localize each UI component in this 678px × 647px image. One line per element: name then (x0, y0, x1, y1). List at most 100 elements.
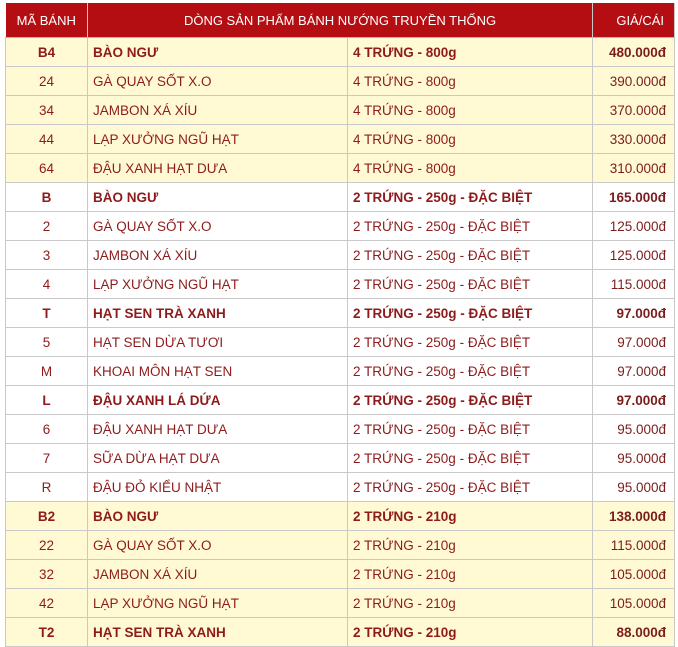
table-row: 4 LẠP XƯỞNG NGŨ HẠT 2 TRỨNG - 250g - ĐẶC B… (5, 269, 676, 299)
product-spec: 2 TRỨNG - 250g - ĐẶC BIỆT (346, 269, 594, 299)
product-spec: 2 TRỨNG - 250g - ĐẶC BIỆT (346, 211, 594, 241)
product-price: 105.000đ (592, 559, 676, 589)
product-name: LẠP XƯỞNG NGŨ HẠT (87, 124, 348, 154)
header-code: MÃ BÁNH (5, 3, 88, 38)
product-price: 95.000đ (592, 472, 676, 502)
product-code: 4 (5, 269, 88, 299)
product-price: 95.000đ (592, 443, 676, 473)
product-price: 390.000đ (592, 66, 676, 96)
product-code: 5 (5, 327, 88, 357)
table-row: 5 HẠT SEN DỪA TƯƠI 2 TRỨNG - 250g - ĐẶC BI… (5, 327, 676, 357)
product-name: JAMBON XÁ XÍU (87, 559, 348, 589)
table-row: 24 GÀ QUAY SỐT X.O 4 TRỨNG - 800g 390.000đ (5, 66, 676, 96)
product-name: HẠT SEN TRÀ XANH (87, 617, 348, 647)
product-code: 44 (5, 124, 88, 154)
price-table: MÃ BÁNH DÒNG SẢN PHẨM BÁNH NƯỚNG TRUYỀN … (5, 3, 676, 647)
product-price: 95.000đ (592, 414, 676, 444)
table-row: 3 JAMBON XÁ XÍU 2 TRỨNG - 250g - ĐẶC BIỆT 1… (5, 240, 676, 270)
product-code: 42 (5, 588, 88, 618)
product-price: 97.000đ (592, 298, 676, 328)
product-spec: 2 TRỨNG - 250g - ĐẶC BIỆT (346, 240, 594, 270)
product-code: 7 (5, 443, 88, 473)
table-row: T HẠT SEN TRÀ XANH 2 TRỨNG - 250g - ĐẶC BI… (5, 298, 676, 328)
product-code: 3 (5, 240, 88, 270)
table-row: 32 JAMBON XÁ XÍU 2 TRỨNG - 210g 105.000đ (5, 559, 676, 589)
product-price: 330.000đ (592, 124, 676, 154)
table-row: 64 ĐẬU XANH HẠT DƯA 4 TRỨNG - 800g 310.000đ (5, 153, 676, 183)
product-price: 115.000đ (592, 269, 676, 299)
product-name: ĐẬU ĐỎ KIỂU NHẬT (87, 472, 348, 502)
product-price: 97.000đ (592, 327, 676, 357)
product-name: KHOAI MÔN HẠT SEN (87, 356, 348, 386)
table-row: 42 LẠP XƯỞNG NGŨ HẠT 2 TRỨNG - 210g 105.000… (5, 588, 676, 618)
product-spec: 2 TRỨNG - 250g - ĐẶC BIỆT (346, 356, 594, 386)
product-price: 125.000đ (592, 211, 676, 241)
table-row: L ĐẬU XANH LÁ DỨA 2 TRỨNG - 250g - ĐẶC BIỆ… (5, 385, 676, 415)
product-code: B (5, 182, 88, 212)
table-row: B2 BÀO NGƯ 2 TRỨNG - 210g 138.000đ (5, 501, 676, 531)
product-name: ĐẬU XANH LÁ DỨA (87, 385, 348, 415)
product-spec: 2 TRỨNG - 250g - ĐẶC BIỆT (346, 327, 594, 357)
product-spec: 2 TRỨNG - 250g - ĐẶC BIỆT (346, 385, 594, 415)
table-row: B4 BÀO NGƯ 4 TRỨNG - 800g 480.000đ (5, 37, 676, 67)
product-spec: 2 TRỨNG - 210g (346, 501, 594, 531)
table-row: B BÀO NGƯ 2 TRỨNG - 250g - ĐẶC BIỆT 165.000… (5, 182, 676, 212)
product-spec: 4 TRỨNG - 800g (346, 153, 594, 183)
product-spec: 2 TRỨNG - 250g - ĐẶC BIỆT (346, 414, 594, 444)
product-code: 2 (5, 211, 88, 241)
product-name: JAMBON XÁ XÍU (87, 95, 348, 125)
product-spec: 2 TRỨNG - 250g - ĐẶC BIỆT (346, 182, 594, 212)
table-row: R ĐẬU ĐỎ KIỂU NHẬT 2 TRỨNG - 250g - ĐẶC BI… (5, 472, 676, 502)
table-row: 34 JAMBON XÁ XÍU 4 TRỨNG - 800g 370.000đ (5, 95, 676, 125)
product-price: 480.000đ (592, 37, 676, 67)
product-name: ĐẬU XANH HẠT DƯA (87, 414, 348, 444)
product-price: 370.000đ (592, 95, 676, 125)
table-row: 6 ĐẬU XANH HẠT DƯA 2 TRỨNG - 250g - ĐẶC BI… (5, 414, 676, 444)
product-name: HẠT SEN TRÀ XANH (87, 298, 348, 328)
product-name: ĐẬU XANH HẠT DƯA (87, 153, 348, 183)
product-code: 22 (5, 530, 88, 560)
product-spec: 4 TRỨNG - 800g (346, 124, 594, 154)
product-name: JAMBON XÁ XÍU (87, 240, 348, 270)
product-spec: 2 TRỨNG - 210g (346, 588, 594, 618)
product-spec: 2 TRỨNG - 250g - ĐẶC BIỆT (346, 443, 594, 473)
product-spec: 4 TRỨNG - 800g (346, 37, 594, 67)
product-price: 115.000đ (592, 530, 676, 560)
header-product-line: DÒNG SẢN PHẨM BÁNH NƯỚNG TRUYỀN THỐNG (87, 3, 594, 38)
table-row: M KHOAI MÔN HẠT SEN 2 TRỨNG - 250g - ĐẶC B… (5, 356, 676, 386)
product-price: 97.000đ (592, 385, 676, 415)
product-price: 138.000đ (592, 501, 676, 531)
table-row: 22 GÀ QUAY SỐT X.O 2 TRỨNG - 210g 115.000đ (5, 530, 676, 560)
product-name: LẠP XƯỞNG NGŨ HẠT (87, 269, 348, 299)
product-code: B2 (5, 501, 88, 531)
table-row: 2 GÀ QUAY SỐT X.O 2 TRỨNG - 250g - ĐẶC BIỆ… (5, 211, 676, 241)
product-name: SỮA DỪA HẠT DƯA (87, 443, 348, 473)
product-code: L (5, 385, 88, 415)
product-code: R (5, 472, 88, 502)
product-spec: 2 TRỨNG - 210g (346, 617, 594, 647)
product-spec: 4 TRỨNG - 800g (346, 66, 594, 96)
product-name: LẠP XƯỞNG NGŨ HẠT (87, 588, 348, 618)
product-code: 64 (5, 153, 88, 183)
product-spec: 2 TRỨNG - 210g (346, 530, 594, 560)
product-code: T (5, 298, 88, 328)
product-name: BÀO NGƯ (87, 501, 348, 531)
product-price: 165.000đ (592, 182, 676, 212)
table-row: 7 SỮA DỪA HẠT DƯA 2 TRỨNG - 250g - ĐẶC BIỆ… (5, 443, 676, 473)
product-price: 97.000đ (592, 356, 676, 386)
product-name: BÀO NGƯ (87, 182, 348, 212)
product-price: 105.000đ (592, 588, 676, 618)
product-spec: 4 TRỨNG - 800g (346, 95, 594, 125)
product-code: 6 (5, 414, 88, 444)
product-name: HẠT SEN DỪA TƯƠI (87, 327, 348, 357)
header-price: GIÁ/CÁI (592, 3, 676, 38)
table-row: 44 LẠP XƯỞNG NGŨ HẠT 4 TRỨNG - 800g 330.000… (5, 124, 676, 154)
product-code: 34 (5, 95, 88, 125)
product-spec: 2 TRỨNG - 250g - ĐẶC BIỆT (346, 472, 594, 502)
product-code: B4 (5, 37, 88, 67)
table-row: T2 HẠT SEN TRÀ XANH 2 TRỨNG - 210g 88.000đ (5, 617, 676, 647)
product-name: BÀO NGƯ (87, 37, 348, 67)
product-name: GÀ QUAY SỐT X.O (87, 530, 348, 560)
product-code: T2 (5, 617, 88, 647)
product-name: GÀ QUAY SỐT X.O (87, 211, 348, 241)
